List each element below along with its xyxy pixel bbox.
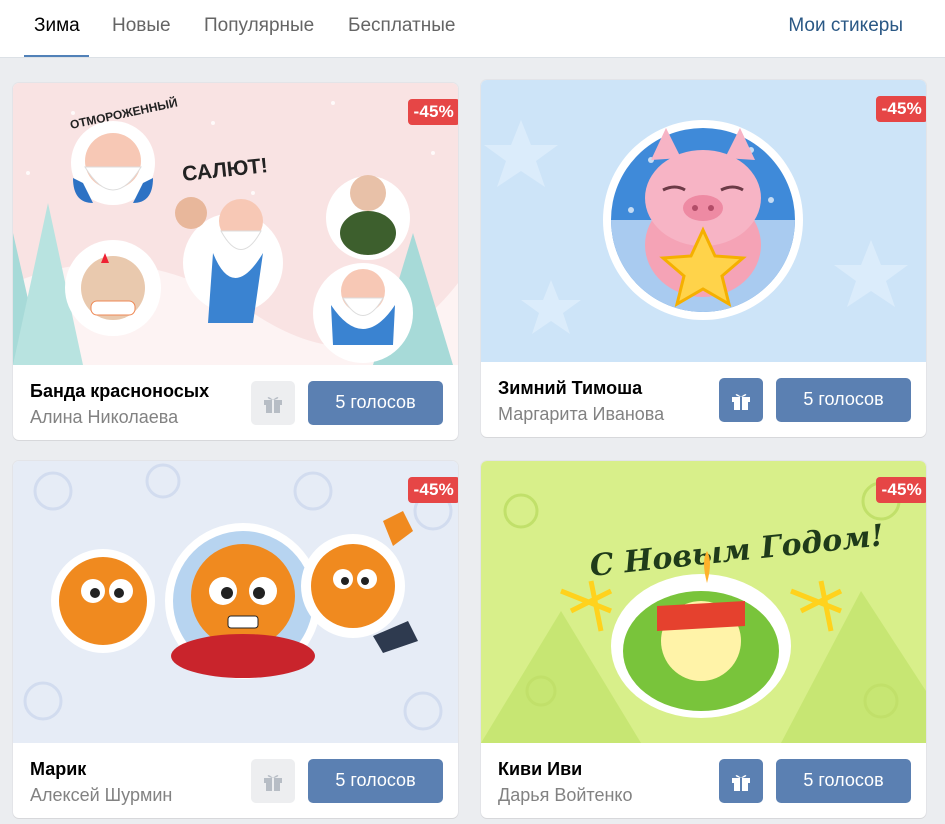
buy-votes-button[interactable]: 5 голосов (776, 378, 911, 422)
sticker-pack-info: Банда красноносых Алина Николаева 5 голо… (13, 365, 458, 440)
gift-icon (732, 775, 750, 791)
sticker-pack-info: Зимний Тимоша Маргарита Иванова 5 голосо… (481, 362, 926, 437)
discount-badge: -45% (407, 477, 458, 503)
pack-title: Банда красноносых (30, 381, 210, 401)
sticker-pack-info: Киви Иви Дарья Войтенко 5 голосов (481, 743, 926, 818)
sticker-tabs-bar: Зима Новые Популярные Бесплатные Мои сти… (0, 0, 945, 58)
sticker-pack-card[interactable]: ОТМОРОЖЕННЫЙ САЛЮТ! -45% Банда краснонос… (13, 83, 458, 440)
tab-popular[interactable]: Популярные (204, 0, 314, 57)
tab-new[interactable]: Новые (112, 0, 171, 57)
sticker-pack-cover[interactable]: -45% (481, 80, 926, 362)
tab-winter[interactable]: Зима (24, 0, 89, 57)
buy-votes-button[interactable]: 5 голосов (308, 759, 443, 803)
sticker-pack-cover[interactable]: ОТМОРОЖЕННЫЙ САЛЮТ! -45% (13, 83, 458, 365)
pack-title: Зимний Тимоша (498, 378, 643, 398)
discount-badge: -45% (875, 96, 926, 122)
gift-button[interactable] (251, 759, 295, 803)
pack-author[interactable]: Маргарита Иванова (498, 404, 664, 425)
gift-icon (732, 394, 750, 410)
gift-icon (264, 397, 282, 413)
sticker-pack-card[interactable]: С Новым Годом! -45% Киви Иви Дарья Войте… (481, 461, 926, 818)
pack-author[interactable]: Алина Николаева (30, 407, 178, 428)
pack-author[interactable]: Алексей Шурмин (30, 785, 172, 806)
tab-free[interactable]: Бесплатные (348, 0, 455, 57)
sticker-pack-cover[interactable]: С Новым Годом! -45% (481, 461, 926, 743)
gift-button[interactable] (719, 759, 763, 803)
buy-votes-button[interactable]: 5 голосов (308, 381, 443, 425)
pack-title: Киви Иви (498, 759, 583, 779)
my-stickers-link[interactable]: Мои стикеры (788, 0, 903, 57)
sticker-pack-card[interactable]: -45% Марик Алексей Шурмин 5 голосов (13, 461, 458, 818)
gift-button[interactable] (251, 381, 295, 425)
sticker-pack-cover[interactable]: -45% (13, 461, 458, 743)
pack-author[interactable]: Дарья Войтенко (498, 785, 633, 806)
gift-button[interactable] (719, 378, 763, 422)
discount-badge: -45% (875, 477, 926, 503)
gift-icon (264, 775, 282, 791)
pack-title: Марик (30, 759, 87, 779)
sticker-pack-info: Марик Алексей Шурмин 5 голосов (13, 743, 458, 818)
sticker-pack-card[interactable]: -45% Зимний Тимоша Маргарита Иванова 5 г… (481, 80, 926, 437)
discount-badge: -45% (407, 99, 458, 125)
buy-votes-button[interactable]: 5 голосов (776, 759, 911, 803)
